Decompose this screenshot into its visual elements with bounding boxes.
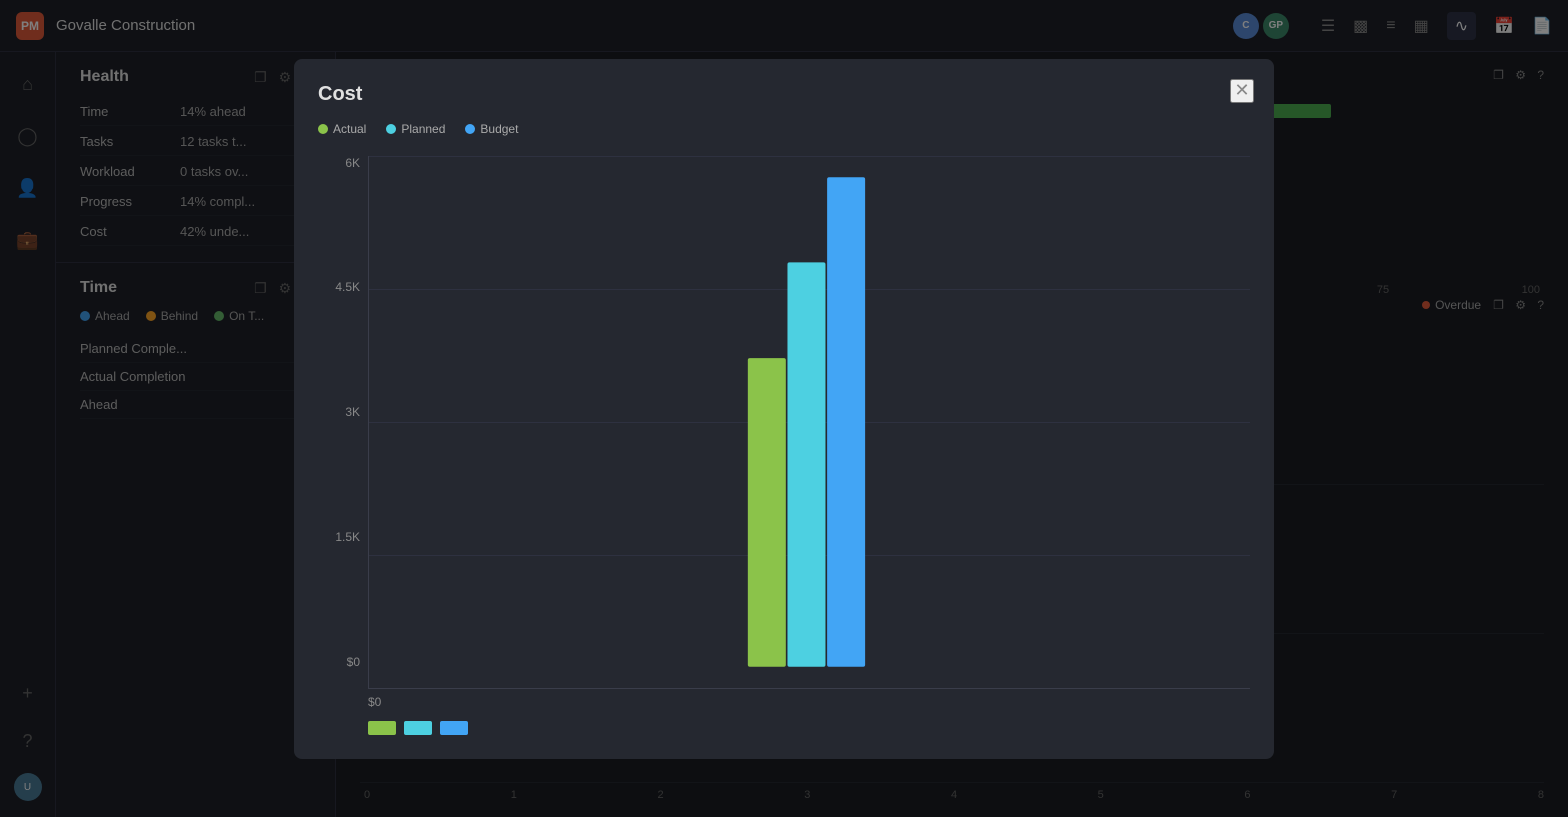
grid-line-50: [369, 422, 1250, 423]
grid-line-75: [369, 555, 1250, 556]
swatch-actual: [368, 721, 396, 735]
grid-line-25: [369, 289, 1250, 290]
y-axis: 6K 4.5K 3K 1.5K $0: [318, 156, 368, 689]
planned-legend-label: Planned: [401, 122, 445, 136]
chart-bars-area: [368, 156, 1250, 689]
modal-title: Cost: [318, 83, 1250, 106]
legend-budget: Budget: [465, 122, 518, 136]
y-3k: 3K: [318, 405, 360, 419]
budget-legend-dot: [465, 124, 475, 134]
planned-legend-dot: [386, 124, 396, 134]
chart-legend: Actual Planned Budget: [318, 122, 1250, 136]
grid-line-top: [369, 156, 1250, 157]
actual-legend-label: Actual: [333, 122, 366, 136]
bottom-swatches: [318, 721, 1250, 735]
swatch-budget: [440, 721, 468, 735]
swatch-planned: [404, 721, 432, 735]
y-0: $0: [318, 655, 360, 669]
x-axis: $0: [318, 695, 1250, 709]
actual-legend-dot: [318, 124, 328, 134]
grid-lines: [369, 156, 1250, 688]
legend-actual: Actual: [318, 122, 366, 136]
x-0: $0: [368, 695, 381, 709]
legend-planned: Planned: [386, 122, 445, 136]
modal-close-button[interactable]: ✕: [1230, 79, 1254, 103]
y-4-5k: 4.5K: [318, 280, 360, 294]
y-1-5k: 1.5K: [318, 530, 360, 544]
chart-inner: 6K 4.5K 3K 1.5K $0: [318, 156, 1250, 689]
cost-modal: Cost ✕ Actual Planned Budget 6K: [294, 59, 1274, 759]
y-6k: 6K: [318, 156, 360, 170]
budget-legend-label: Budget: [480, 122, 518, 136]
modal-overlay[interactable]: Cost ✕ Actual Planned Budget 6K: [0, 0, 1568, 817]
chart-area: 6K 4.5K 3K 1.5K $0: [318, 156, 1250, 709]
